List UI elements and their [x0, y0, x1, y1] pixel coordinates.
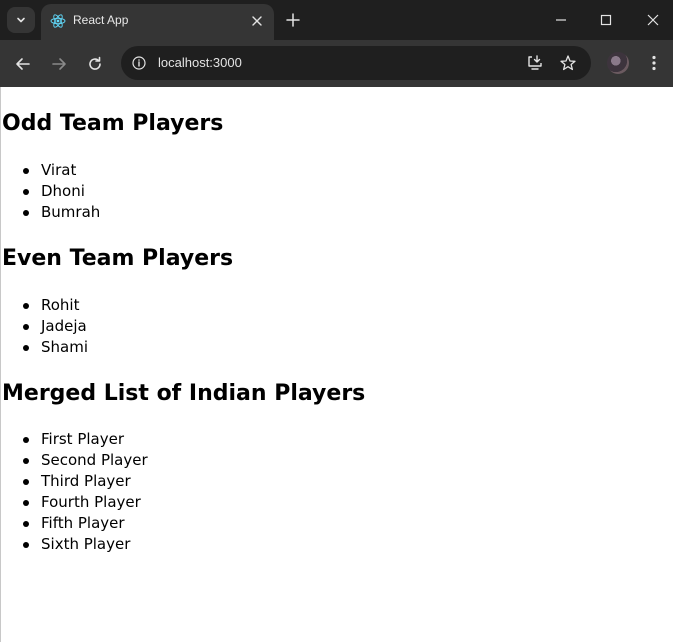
react-logo-icon — [50, 14, 66, 28]
list-item: Fourth Player — [22, 492, 148, 513]
minimize-icon — [556, 19, 566, 21]
chevron-down-icon — [17, 17, 25, 23]
close-icon — [252, 16, 262, 26]
tab-close-button[interactable] — [248, 12, 266, 30]
forward-button[interactable] — [46, 51, 72, 77]
new-tab-button[interactable] — [283, 10, 303, 30]
list-item: Fifth Player — [22, 513, 148, 534]
list-item: Bumrah — [22, 202, 100, 223]
profile-avatar[interactable] — [607, 52, 629, 74]
bookmark-button[interactable] — [558, 53, 578, 73]
odd-team-list: Virat Dhoni Bumrah — [22, 160, 100, 223]
list-item: Third Player — [22, 471, 148, 492]
list-item: Rohit — [22, 295, 88, 316]
star-icon — [560, 55, 576, 71]
list-item: Sixth Player — [22, 534, 148, 555]
merged-players-list: First Player Second Player Third Player … — [22, 429, 148, 555]
even-team-heading: Even Team Players — [2, 246, 234, 271]
browser-chrome: React App localhost:3000 — [0, 0, 673, 87]
info-icon — [132, 56, 146, 70]
reload-button[interactable] — [82, 51, 108, 77]
merged-list-heading: Merged List of Indian Players — [2, 381, 366, 406]
arrow-right-icon — [52, 58, 66, 70]
more-vertical-icon — [652, 55, 656, 71]
page-content: Odd Team Players Virat Dhoni Bumrah Even… — [0, 87, 673, 642]
reload-icon — [89, 56, 101, 70]
window-close-button[interactable] — [641, 8, 665, 32]
close-icon — [647, 14, 659, 26]
install-app-button[interactable] — [525, 53, 545, 73]
url-text[interactable]: localhost:3000 — [158, 55, 242, 70]
maximize-button[interactable] — [594, 8, 618, 32]
address-bar[interactable]: localhost:3000 — [121, 46, 591, 80]
toolbar: localhost:3000 — [0, 40, 673, 87]
list-item: Jadeja — [22, 316, 88, 337]
list-item: First Player — [22, 429, 148, 450]
list-item: Virat — [22, 160, 100, 181]
plus-icon — [286, 13, 300, 27]
list-item: Dhoni — [22, 181, 100, 202]
site-info-button[interactable] — [126, 50, 152, 76]
list-item: Second Player — [22, 450, 148, 471]
list-item: Shami — [22, 337, 88, 358]
back-button[interactable] — [10, 51, 36, 77]
arrow-left-icon — [16, 58, 30, 70]
browser-menu-button[interactable] — [644, 52, 664, 74]
tab-search-button[interactable] — [7, 7, 35, 33]
tab-strip: React App — [0, 0, 673, 40]
tab-react-app[interactable]: React App — [41, 4, 274, 40]
minimize-button[interactable] — [549, 8, 573, 32]
tab-title: React App — [73, 13, 129, 27]
odd-team-heading: Odd Team Players — [2, 111, 224, 136]
maximize-icon — [600, 14, 612, 26]
even-team-list: Rohit Jadeja Shami — [22, 295, 88, 358]
install-app-icon — [528, 55, 542, 70]
